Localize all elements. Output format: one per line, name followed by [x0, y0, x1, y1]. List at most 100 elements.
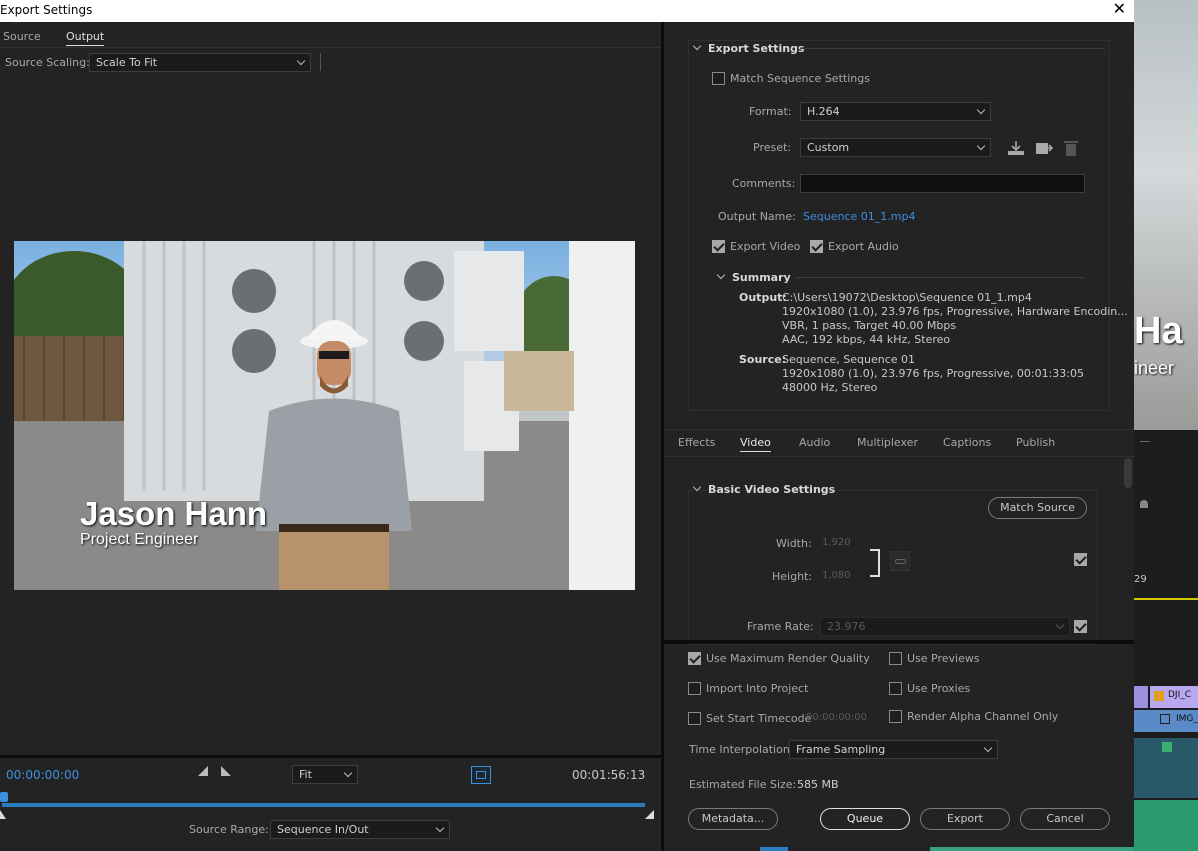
match-sequence-label: Match Sequence Settings — [730, 72, 870, 85]
link-bracket — [870, 549, 880, 577]
use-previews-checkbox[interactable] — [889, 652, 902, 665]
output-name-link[interactable]: Sequence 01_1.mp4 — [803, 210, 915, 223]
tab-audio[interactable]: Audio — [799, 436, 830, 449]
taskbar-indicator — [930, 847, 1134, 851]
max-render-quality-checkbox[interactable] — [688, 652, 701, 665]
splitter[interactable] — [664, 640, 1134, 644]
import-into-project-label: Import Into Project — [706, 682, 809, 695]
background-audio-badge — [1162, 742, 1172, 752]
basic-video-heading[interactable]: Basic Video Settings — [692, 482, 836, 496]
max-render-quality-label: Use Maximum Render Quality — [706, 652, 870, 665]
tab-multiplexer[interactable]: Multiplexer — [857, 436, 918, 449]
source-scaling-dropdown[interactable]: Scale To Fit — [89, 53, 311, 72]
chevron-down-icon — [296, 56, 306, 66]
window-title: Export Settings — [0, 3, 93, 17]
time-interpolation-value: Frame Sampling — [796, 743, 886, 756]
chevron-down-icon — [1055, 620, 1065, 630]
chevron-down-icon — [716, 270, 726, 280]
export-settings-heading[interactable]: Export Settings — [692, 41, 804, 55]
export-video-checkbox[interactable] — [712, 240, 725, 253]
zoom-dropdown[interactable]: Fit — [292, 765, 358, 784]
start-timecode-value[interactable]: 00:00:00:00 — [806, 712, 867, 723]
divider — [320, 53, 321, 71]
export-audio-checkbox[interactable] — [810, 240, 823, 253]
source-range-dropdown[interactable]: Sequence In/Out — [270, 820, 450, 839]
summary-source-line: Sequence, Sequence 01 — [782, 353, 916, 366]
background-clip: DJI_C — [1150, 686, 1198, 708]
file-size-label: Estimated File Size: — [689, 778, 797, 791]
chevron-down-icon — [435, 823, 445, 833]
tab-output[interactable]: Output — [66, 30, 105, 46]
frame-rate-match-checkbox[interactable] — [1074, 620, 1087, 633]
background-audio-track — [1134, 800, 1198, 851]
chevron-down-icon — [692, 482, 702, 492]
aspect-correction-icon[interactable] — [471, 766, 491, 784]
cancel-button[interactable]: Cancel — [1020, 808, 1110, 830]
chain-link-icon[interactable] — [890, 551, 910, 571]
format-dropdown[interactable]: H.264 — [800, 102, 991, 121]
width-value[interactable]: 1,920 — [822, 537, 851, 548]
divider — [795, 277, 1085, 278]
summary-source-label: Source: — [739, 353, 787, 366]
background-clip-label: IMG_ — [1176, 714, 1198, 724]
scrollbar-thumb[interactable] — [1124, 458, 1132, 488]
metadata-button[interactable]: Metadata... — [688, 808, 778, 830]
frame-rate-label: Frame Rate: — [747, 620, 814, 633]
background-clip: IMG_ — [1134, 710, 1198, 732]
export-button[interactable]: Export — [920, 808, 1010, 830]
summary-heading[interactable]: Summary — [716, 270, 791, 284]
out-point-icon[interactable] — [645, 810, 654, 819]
set-out-icon[interactable] — [221, 766, 231, 776]
summary-source-line: 1920x1080 (1.0), 23.976 fps, Progressive… — [782, 367, 1085, 380]
tab-publish[interactable]: Publish — [1016, 436, 1055, 449]
output-name-label: Output Name: — [718, 210, 796, 223]
playhead[interactable] — [0, 792, 8, 802]
delete-preset-icon[interactable] — [1063, 139, 1079, 157]
width-height-match-checkbox[interactable] — [1074, 553, 1087, 566]
summary-output-line: AAC, 192 kbps, 44 kHz, Stereo — [782, 333, 951, 346]
use-proxies-checkbox[interactable] — [889, 682, 902, 695]
export-video-label: Export Video — [730, 240, 801, 253]
lower-third-name: Jason Hann — [80, 495, 268, 532]
close-icon[interactable]: ✕ — [1113, 0, 1126, 18]
basic-video-title: Basic Video Settings — [708, 483, 836, 496]
set-start-timecode-label: Set Start Timecode — [706, 712, 812, 725]
time-interpolation-dropdown[interactable]: Frame Sampling — [789, 740, 998, 759]
chevron-down-icon — [976, 105, 986, 115]
background-work-area — [1134, 598, 1198, 600]
comments-input[interactable] — [800, 174, 1085, 193]
height-value[interactable]: 1,080 — [822, 570, 851, 581]
summary-output-line: VBR, 1 pass, Target 40.00 Mbps — [782, 319, 957, 332]
tab-effects[interactable]: Effects — [678, 436, 715, 449]
use-proxies-label: Use Proxies — [907, 682, 971, 695]
video-preview: Jason Hann Project Engineer — [14, 241, 635, 590]
tab-captions[interactable]: Captions — [943, 436, 991, 449]
time-interpolation-label: Time Interpolation: — [689, 743, 794, 756]
tab-video[interactable]: Video — [740, 436, 771, 452]
background-app: Ha ineer 29 DJI_C IMG_ — [1134, 0, 1198, 851]
background-title-text: Ha — [1134, 310, 1183, 352]
match-sequence-checkbox[interactable] — [712, 72, 725, 85]
match-source-button[interactable]: Match Source — [988, 497, 1087, 519]
queue-button[interactable]: Queue — [820, 808, 910, 830]
save-preset-icon[interactable] — [1007, 140, 1025, 156]
lower-third-role: Project Engineer — [80, 531, 199, 548]
scrub-bar[interactable] — [2, 803, 645, 807]
taskbar-indicator — [760, 847, 788, 851]
import-preset-icon[interactable] — [1035, 140, 1053, 156]
frame-rate-dropdown[interactable]: 23.976 — [820, 617, 1070, 636]
render-alpha-checkbox[interactable] — [889, 710, 902, 723]
preset-value: Custom — [807, 141, 850, 154]
current-timecode[interactable]: 00:00:00:00 — [6, 768, 79, 782]
export-audio-label: Export Audio — [828, 240, 899, 253]
tab-source[interactable]: Source — [3, 30, 41, 43]
background-tick — [1140, 441, 1150, 442]
preset-dropdown[interactable]: Custom — [800, 138, 991, 157]
chevron-down-icon — [692, 41, 702, 51]
set-in-icon[interactable] — [198, 766, 208, 776]
import-into-project-checkbox[interactable] — [688, 682, 701, 695]
summary-output-line: 1920x1080 (1.0), 23.976 fps, Progressive… — [782, 305, 1128, 318]
divider — [800, 48, 1105, 49]
in-point-icon[interactable] — [0, 810, 6, 819]
set-start-timecode-checkbox[interactable] — [688, 712, 701, 725]
